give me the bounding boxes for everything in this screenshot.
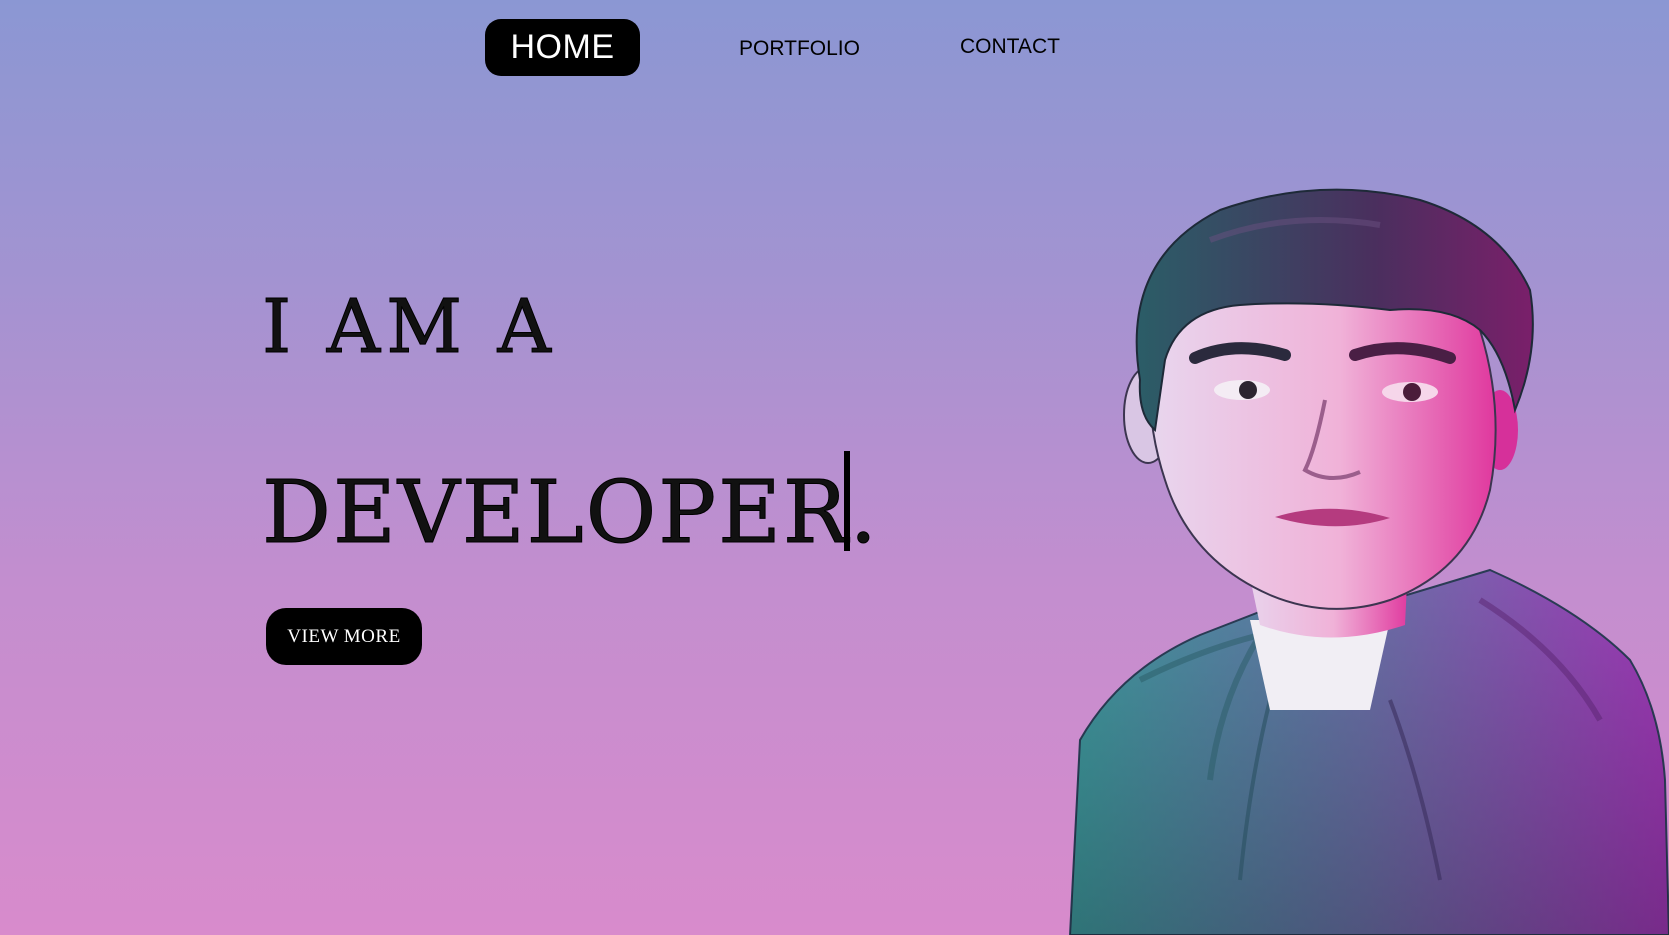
portrait-image bbox=[1068, 188, 1669, 935]
page: HOME PORTFOLIO CONTACT I AM A DEVELOPER.… bbox=[0, 0, 1669, 935]
hero-heading-line-2: DEVELOPER. bbox=[262, 463, 879, 563]
nav-contact-link[interactable]: CONTACT bbox=[960, 35, 1060, 59]
nav-home-button[interactable]: HOME bbox=[485, 19, 640, 76]
view-more-button[interactable]: VIEW MORE bbox=[266, 608, 422, 665]
text-cursor-icon bbox=[844, 451, 850, 551]
hero-heading-line-1: I AM A bbox=[262, 284, 557, 370]
nav-portfolio-link[interactable]: PORTFOLIO bbox=[739, 37, 860, 61]
